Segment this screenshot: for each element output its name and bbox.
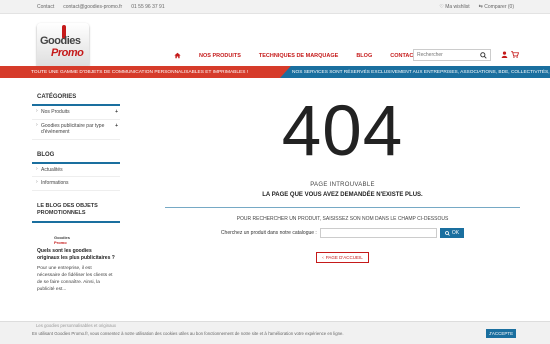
header: Goodies Promo NOS PRODUITS TECHNIQUES DE… — [0, 14, 550, 69]
user-icon[interactable] — [501, 51, 508, 58]
blog-item-actualites[interactable]: Actualités — [32, 164, 120, 177]
search-icon[interactable] — [480, 52, 487, 59]
wishlist-label: Ma wishlist — [445, 4, 470, 10]
top-bar: Contact contact@goodies-promo.fr 01 55 9… — [0, 0, 550, 14]
sidebar: CATÉGORIES Nos Produits + Goodies public… — [32, 92, 120, 304]
home-page-label: PAGE D'ACCUEIL — [325, 255, 363, 260]
compare-link[interactable]: ⇆ Comparer (0) — [479, 4, 514, 10]
cookie-text: En utilisant Goodies Promo.fr, vous cons… — [32, 331, 344, 336]
cookie-accept-button[interactable]: J'ACCEPTE — [486, 329, 516, 338]
category-label: Goodies publicitaire par type d'événemen… — [41, 122, 105, 136]
cookie-ghost-text: Les goodies personnalisables et originau… — [36, 323, 117, 328]
banner-left: TOUTE UNE GAMME D'OBJETS DE COMMUNICATIO… — [0, 66, 292, 78]
search-icon — [444, 230, 450, 236]
divider — [165, 207, 520, 208]
home-icon[interactable] — [174, 52, 181, 59]
post-excerpt: Pour une entreprise, il est nécessaire d… — [37, 266, 113, 293]
expand-plus-icon[interactable]: + — [115, 123, 118, 130]
nav-products[interactable]: NOS PRODUITS — [199, 53, 241, 59]
site-logo[interactable]: Goodies Promo — [37, 23, 89, 69]
post-title[interactable]: Quels sont les goodies originaux les plu… — [37, 248, 115, 262]
blog-title: BLOG — [32, 150, 120, 164]
categories-block: CATÉGORIES Nos Produits + Goodies public… — [32, 92, 120, 140]
post-thumbnail[interactable]: Goodies Promo — [54, 235, 78, 245]
banner-right: NOS SERVICES SONT RÉSERVÉS EXCLUSIVEMENT… — [280, 66, 550, 78]
blog-block: BLOG Actualités Informations — [32, 150, 120, 191]
error-main: 404 PAGE INTROUVABLE LA PAGE QUE VOUS AV… — [165, 92, 520, 264]
wishlist-link[interactable]: ♡ Ma wishlist — [439, 4, 469, 10]
search-hint: POUR RECHERCHER UN PRODUIT, SAISISSEZ SO… — [236, 216, 449, 222]
chevron-left-icon: ‹ — [322, 255, 324, 260]
categories-title: CATÉGORIES — [32, 92, 120, 106]
cart-icon[interactable] — [511, 51, 519, 58]
nav-blog[interactable]: BLOG — [356, 53, 372, 59]
error-title: PAGE INTROUVABLE — [310, 182, 375, 188]
home-page-button[interactable]: ‹ PAGE D'ACCUEIL — [316, 252, 369, 263]
nav-techniques[interactable]: TECHNIQUES DE MARQUAGE — [259, 53, 338, 59]
contact-link[interactable]: Contact — [37, 4, 54, 10]
catalog-search-row: Cherchez un produit dans notre catalogue… — [165, 228, 520, 238]
promo-blog-block: LE BLOG DES OBJETS PROMOTIONNELS Goodies… — [32, 201, 120, 295]
compare-label: Comparer (0) — [484, 4, 514, 10]
email-link[interactable]: contact@goodies-promo.fr — [63, 4, 122, 10]
category-item[interactable]: Goodies publicitaire par type d'événemen… — [32, 120, 120, 140]
promo-blog-title: LE BLOG DES OBJETS PROMOTIONNELS — [32, 201, 120, 223]
cookie-banner: Les goodies personnalisables et originau… — [0, 321, 550, 344]
blog-item-informations[interactable]: Informations — [32, 177, 120, 191]
logo-text-goodies: Goodies — [40, 35, 81, 47]
expand-plus-icon[interactable]: + — [115, 109, 118, 116]
search-ok-button[interactable]: OK — [439, 228, 465, 238]
logo-text-promo: Promo — [51, 47, 84, 59]
main-nav: NOS PRODUITS TECHNIQUES DE MARQUAGE BLOG… — [174, 52, 417, 59]
catalog-search-label: Cherchez un produit dans notre catalogue… — [220, 230, 317, 236]
phone-number[interactable]: 01 55 96 37 91 — [131, 4, 164, 10]
heart-icon: ♡ — [439, 4, 444, 10]
category-label: Nos Produits — [41, 109, 70, 115]
ok-label: OK — [451, 230, 460, 236]
category-item[interactable]: Nos Produits + — [32, 106, 120, 120]
error-subtitle: LA PAGE QUE VOUS AVEZ DEMANDÉE N'EXISTE … — [262, 192, 423, 198]
thumb-logo-text-red: Promo — [54, 239, 67, 245]
catalog-search-input[interactable] — [319, 228, 437, 238]
info-banner: TOUTE UNE GAMME D'OBJETS DE COMMUNICATIO… — [0, 66, 550, 78]
compare-icon: ⇆ — [478, 4, 483, 10]
error-code: 404 — [281, 92, 404, 171]
